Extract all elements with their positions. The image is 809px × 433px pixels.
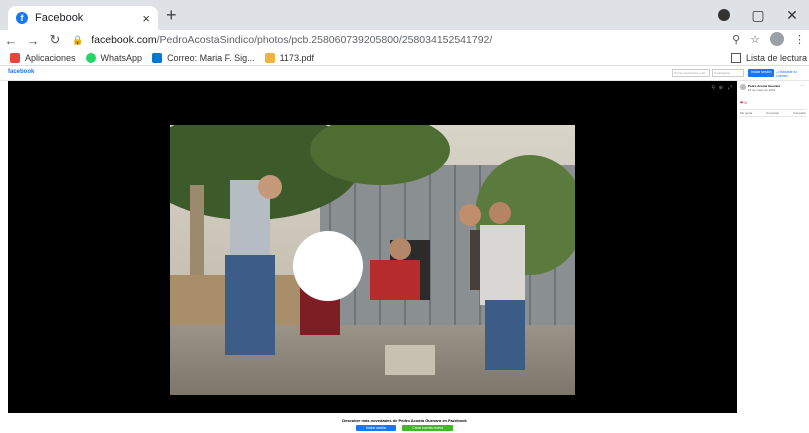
password-input[interactable]: Contraseña [712,69,744,77]
maximize-button[interactable]: ▢ [741,7,775,24]
facebook-logo[interactable]: facebook [8,69,34,75]
address-bar[interactable]: 🔒 facebook.com /PedroAcostaSindico/photo… [72,30,492,50]
url-path: /PedroAcostaSindico/photos/pcb.258060739… [156,34,493,46]
zoom-icon[interactable]: ⚲ [732,33,740,46]
email-input[interactable]: Correo electrónico o tel. [672,69,710,77]
bookmark-label: 1173.pdf [279,52,314,63]
browser-tab-bar: f Facebook × + – ▢ ✕ [0,0,809,30]
apps-grid-icon [10,52,20,63]
reading-list-label: Lista de lectura [745,53,807,63]
share-button[interactable]: Compartir [793,111,806,115]
login-prompt-footer: Descubre más novedades de Pedro Acosta G… [0,413,809,433]
more-options-icon[interactable]: ⋯ [800,83,805,89]
forward-arrow-icon[interactable]: → [22,33,44,48]
bookmark-label: Aplicaciones [25,52,76,63]
menu-kebab-icon[interactable]: ⋮ [794,33,805,46]
outlook-icon [152,52,163,63]
bookmark-label: Correo: Maria F. Sig... [167,52,255,63]
profile-avatar-icon[interactable] [770,32,784,46]
comment-button[interactable]: Comentar [766,111,779,115]
post-date[interactable]: 15 de mayo de 2021 · [748,88,777,92]
forgot-account-link[interactable]: ¿Olvidaste tu cuenta? [776,70,809,78]
bookmarks-bar: Aplicaciones WhatsApp Correo: Maria F. S… [0,50,809,66]
photo-viewer: ⚲ ⊕ ⤢ [8,81,737,413]
reload-icon[interactable]: ↻ [44,32,66,48]
footer-buttons: Iniciar sesión Crear cuenta nueva [0,425,809,431]
fullscreen-icon[interactable]: ⤢ [728,85,732,91]
post-actions: Me gusta Comentar Compartir [740,109,806,117]
author-avatar[interactable] [740,84,746,90]
bookmark-label: WhatsApp [100,52,143,63]
bookmark-outlook[interactable]: Correo: Maria F. Sig... [152,52,255,63]
bookmark-whatsapp[interactable]: WhatsApp [85,52,143,63]
footer-message: Descubre más novedades de Pedro Acosta G… [342,418,467,423]
new-tab-button[interactable]: + [166,5,177,26]
browser-toolbar: ← → ↻ 🔒 facebook.com /PedroAcostaSindico… [0,30,809,50]
lock-icon[interactable]: 🔒 [72,35,83,46]
pdf-icon [264,52,275,63]
zoom-in-icon[interactable]: ⚲ [711,85,715,91]
window-controls: – ▢ ✕ [707,0,809,30]
footer-signup-button[interactable]: Crear cuenta nueva [402,425,454,431]
close-window-button[interactable]: ✕ [775,7,809,24]
post-photo [170,125,575,395]
like-button[interactable]: Me gusta [740,111,752,115]
bookmark-apps[interactable]: Aplicaciones [10,52,76,63]
face-blur-overlay [293,231,363,301]
url-domain: facebook.com [91,34,157,46]
reading-list[interactable]: Lista de lectura [730,50,807,66]
facebook-header: facebook Correo electrónico o tel. Contr… [0,66,809,81]
reaction-count[interactable]: ❤ 8 [740,100,747,105]
star-bookmark-icon[interactable]: ☆ [750,33,760,46]
back-arrow-icon[interactable]: ← [0,33,22,48]
tab-title: Facebook [35,12,84,24]
tag-icon[interactable]: ⊕ [719,85,723,91]
facebook-favicon-icon: f [16,12,28,24]
login-button[interactable]: Iniciar sesión [748,69,775,77]
bookmark-pdf[interactable]: 1173.pdf [264,52,314,63]
footer-login-button[interactable]: Iniciar sesión [355,425,397,431]
reading-list-icon [730,53,741,63]
toolbar-actions: ⚲ ☆ ⋮ [732,32,805,46]
whatsapp-icon [85,52,96,63]
browser-tab[interactable]: f Facebook × [8,6,158,30]
photo-image [170,125,575,395]
tab-close-icon[interactable]: × [142,11,150,26]
minimize-button[interactable]: – [707,7,741,23]
post-sidebar: Pedro Acosta Guevara 15 de mayo de 2021 … [737,81,809,413]
